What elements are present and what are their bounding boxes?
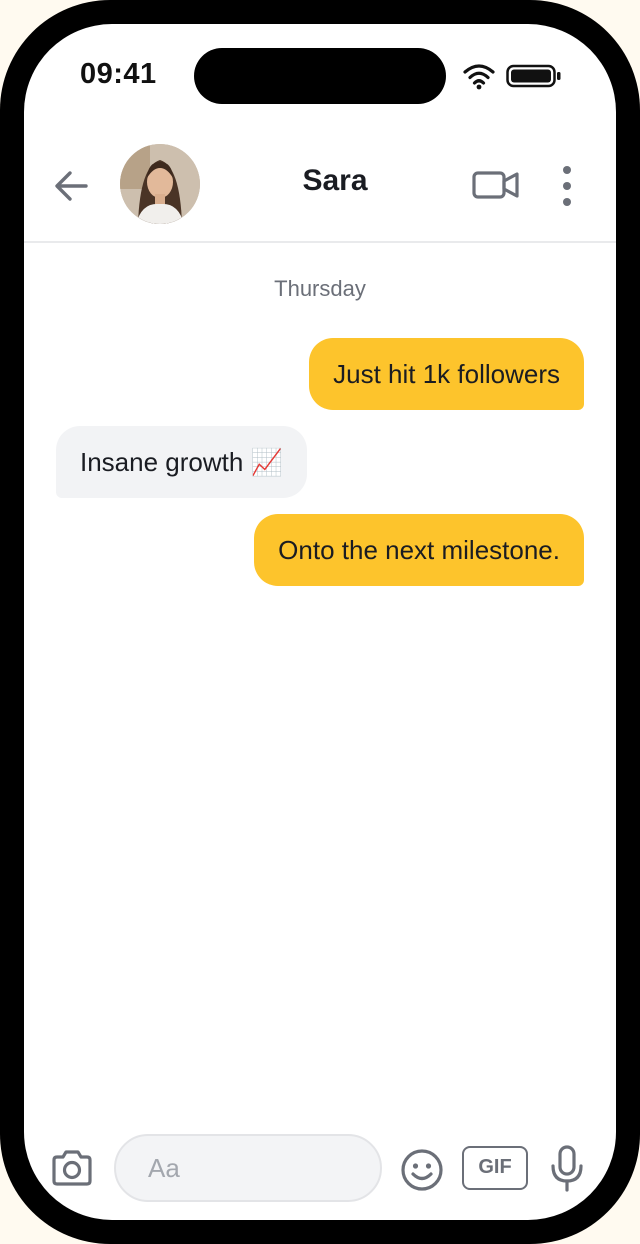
microphone-icon[interactable] xyxy=(550,1144,584,1192)
gif-button[interactable]: GIF xyxy=(462,1146,528,1190)
dynamic-island xyxy=(194,48,446,104)
more-vertical-icon[interactable] xyxy=(556,164,578,208)
phone-frame: 09:41 Sara Thursday Just hit 1k follower… xyxy=(0,0,640,1244)
message-input[interactable] xyxy=(114,1134,382,1202)
avatar[interactable] xyxy=(120,144,200,224)
status-time: 09:41 xyxy=(80,58,157,90)
avatar-photo xyxy=(120,144,200,224)
message-bubble-incoming[interactable]: Insane growth 📈 xyxy=(56,426,307,498)
chat-header: Sara xyxy=(24,134,616,243)
camera-icon[interactable] xyxy=(50,1148,94,1188)
video-camera-icon[interactable] xyxy=(472,168,520,202)
wifi-icon xyxy=(463,64,495,90)
battery-icon xyxy=(506,64,561,88)
message-bubble-outgoing[interactable]: Onto the next milestone. xyxy=(254,514,584,586)
emoji-icon[interactable] xyxy=(400,1148,444,1192)
back-arrow-icon[interactable] xyxy=(52,166,92,206)
message-bubble-outgoing[interactable]: Just hit 1k followers xyxy=(309,338,584,410)
chat-screen: 09:41 Sara Thursday Just hit 1k follower… xyxy=(24,24,616,1220)
contact-name: Sara xyxy=(302,164,368,197)
day-separator: Thursday xyxy=(274,276,366,301)
